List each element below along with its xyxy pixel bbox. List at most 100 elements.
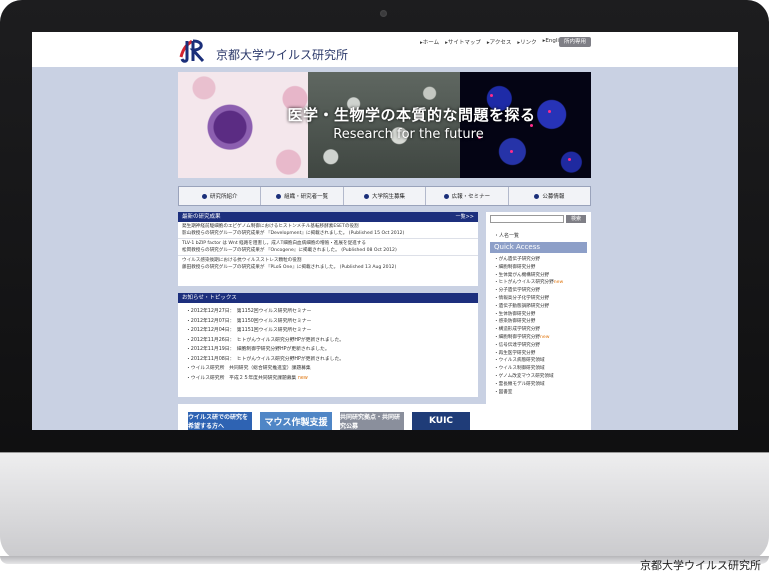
news-item[interactable]: ウイルス感染後期における抗ウイルスストレス顆粒の役割 藤田教授らの研究グループの… — [178, 256, 478, 272]
kuic-banner[interactable]: KUIC — [412, 412, 470, 430]
quick-access-item[interactable]: ・遺伝子動態調節研究分野 — [494, 303, 589, 311]
quick-access-item[interactable]: ・構造形成学研究分野 — [494, 326, 589, 334]
camera-dot — [380, 10, 387, 17]
topic-item[interactable]: ・2012年11月26日： ヒトがんウイルス研究分野HPが更新されました。 — [178, 336, 478, 346]
quick-access-item[interactable]: ・霊長類モデル研究領域 — [494, 381, 589, 389]
qa-label: ・細胞制御研究分野 — [494, 264, 536, 270]
quick-access-item[interactable]: ・信号伝達学研究分野 — [494, 342, 589, 350]
latest-research-title: 最新の研究成果 — [182, 214, 221, 220]
nav-bullet-icon — [534, 193, 540, 199]
topic-text: ・2012年11月26日： ヒトがんウイルス研究分野HPが更新されました。 — [186, 337, 345, 343]
qa-label: ・がん遺伝子研究分野 — [494, 257, 540, 262]
topic-item[interactable]: ・ウイルス研究所 共同研究（総合研究推進室）課題募集 — [178, 364, 478, 374]
topnav-home-link[interactable]: ▸ホーム — [420, 38, 439, 46]
mouse-support-banner[interactable]: マウス作製支援 — [260, 412, 332, 430]
news-detail: 影山教授らの研究グループの研究成果が 『Development』に掲載されました… — [182, 231, 405, 236]
topnav-sitemap-link[interactable]: ▸サイトマップ — [445, 38, 481, 46]
site-header: 京都大学ウイルス研究所 ▸ホーム ▸サイトマップ ▸アクセス ▸リンク ▸Eng… — [32, 32, 738, 67]
topic-text: ・2012年11月19日： 細胞制御学研究分野HPが更新されました。 — [186, 347, 330, 352]
news-item[interactable]: TLV-1 bZIP factor は Wnt 経路を阻害し，成人T細胞白血病細… — [178, 239, 478, 256]
latest-research-more-link[interactable]: 一覧>> — [456, 212, 474, 222]
latest-research-panel: 最新の研究成果 一覧>> 発生期神経前駆細胞のエピゲノム制御におけるヒストンメチ… — [178, 212, 478, 286]
topic-text: ・2012年12月04日： 第1151回ウイルス研究所セミナー — [186, 328, 312, 333]
banner-label: マウス作製支援 — [264, 417, 328, 428]
quick-access-item[interactable]: ・がん遺伝子研究分野 — [494, 256, 589, 264]
quick-access-item[interactable]: ・図書室 — [494, 389, 589, 397]
qa-label: ・生体防御研究分野 — [494, 311, 536, 317]
banner-label: KUIC — [428, 416, 454, 426]
qa-label: ・ゲノム改変マウス研究領域 — [494, 373, 554, 379]
nav-about[interactable]: 研究所紹介 — [179, 187, 262, 205]
caption-text: 京都大学ウイルス研究所 — [640, 559, 761, 572]
topic-text: ・ウイルス研究所 共同研究（総合研究推進室）課題募集 — [186, 366, 311, 371]
topnav-access-link[interactable]: ▸アクセス — [487, 38, 512, 46]
new-badge: new — [297, 375, 308, 381]
top-nav: ▸ホーム ▸サイトマップ ▸アクセス ▸リンク ▸English — [420, 38, 565, 46]
topic-item[interactable]: ・2012年11月08日： ヒトがんウイルス研究分野HPが更新されました。 — [178, 355, 478, 365]
graduate-study-banner[interactable]: ウイルス研での研究を希望する方へ — [188, 412, 252, 430]
topic-item[interactable]: ・2012年12月27日： 第1152回ウイルス研究所セミナー — [178, 307, 478, 317]
hero-banner: 医学・生物学の本質的な問題を探る Research for the future — [178, 72, 591, 178]
nav-organization[interactable]: 組織・研究者一覧 — [261, 187, 344, 205]
topic-text: ・2012年11月08日： ヒトがんウイルス研究分野HPが更新されました。 — [186, 356, 345, 362]
quick-access-item[interactable]: ・分子遺伝学研究分野 — [494, 287, 589, 295]
nav-bullet-icon — [443, 193, 449, 199]
topic-item[interactable]: ・2012年11月19日： 細胞制御学研究分野HPが更新されました。 — [178, 345, 478, 355]
nav-graduate-label: 大学院生募集 — [372, 194, 406, 200]
banner-label: 共同研究拠点・共同研究公募 — [340, 414, 401, 430]
quick-access-heading: Quick Access — [490, 242, 587, 253]
topic-item[interactable]: ・2012年12月04日： 第1151回ウイルス研究所セミナー — [178, 326, 478, 336]
quick-access-item[interactable]: ・生体防御研究分野 — [494, 311, 589, 319]
topic-text: ・ウイルス研究所 平成２５年度共同研究課題募集 — [186, 375, 297, 381]
nav-pr-seminar-label: 広報・セミナー — [451, 194, 491, 200]
qa-label: ・構造形成学研究分野 — [494, 327, 540, 333]
topic-text: ・2012年12月27日： 第1152回ウイルス研究所セミナー — [186, 309, 312, 314]
topic-item[interactable]: ・2012年12月07日： 第1150回ウイルス研究所セミナー — [178, 317, 478, 327]
topnav-links-link[interactable]: ▸リンク — [517, 38, 536, 46]
quick-access-list: ・がん遺伝子研究分野 ・細胞制御研究分野 ・生体発がん機構研究分野 ・ヒトがんウ… — [494, 256, 589, 396]
people-list-link[interactable]: ・人名一覧 — [494, 232, 519, 239]
nav-organization-label: 組織・研究者一覧 — [284, 194, 329, 200]
nav-recruitment-label: 公募情報 — [542, 194, 565, 200]
qa-label: ・分子遺伝学研究分野 — [494, 288, 540, 294]
qa-label: ・遺伝子動態調節研究分野 — [494, 303, 550, 309]
sidebar: 検索 ・人名一覧 Quick Access ・がん遺伝子研究分野 ・細胞制御研究… — [486, 212, 591, 418]
nav-graduate[interactable]: 大学院生募集 — [344, 187, 427, 205]
staff-only-button[interactable]: 所内専用 — [559, 37, 591, 47]
site-title[interactable]: 京都大学ウイルス研究所 — [216, 46, 348, 63]
topics-heading: お知らせ・トピックス — [178, 293, 478, 303]
news-title: ウイルス感染後期における抗ウイルスストレス顆粒の役割 — [182, 258, 302, 263]
main-nav: 研究所紹介 組織・研究者一覧 大学院生募集 広報・セミナー 公募情報 — [178, 186, 591, 206]
monitor-chin — [0, 452, 769, 562]
nav-pr-seminar[interactable]: 広報・セミナー — [426, 187, 509, 205]
qa-label: ・ヒトがんウイルス研究分野 — [494, 280, 554, 286]
quick-access-item[interactable]: ・再生医学研究分野 — [494, 350, 589, 358]
quick-access-item[interactable]: ・生体発がん機構研究分野 — [494, 272, 589, 280]
institute-logo-icon[interactable] — [178, 37, 208, 63]
topics-list: ・2012年12月27日： 第1152回ウイルス研究所セミナー ・2012年12… — [178, 303, 478, 383]
qa-label: ・感染防御研究分野 — [494, 319, 536, 325]
joint-research-banner[interactable]: 共同研究拠点・共同研究公募 — [340, 412, 404, 430]
quick-access-item[interactable]: ・細胞制御研究分野 — [494, 264, 589, 272]
nav-recruitment[interactable]: 公募情報 — [509, 187, 590, 205]
quick-access-item[interactable]: ・ヒトがんウイルス研究分野new — [494, 279, 589, 287]
search-button[interactable]: 検索 — [566, 215, 586, 223]
qa-label: ・信号伝達学研究分野 — [494, 342, 540, 348]
news-item[interactable]: 発生期神経前駆細胞のエピゲノム制御におけるヒストンメチル基転移酵素ESETの役割… — [178, 222, 478, 239]
quick-access-item[interactable]: ・ウイルス病態研究領域 — [494, 357, 589, 365]
topic-item[interactable]: ・ウイルス研究所 平成２５年度共同研究課題募集 new — [178, 374, 478, 384]
banner-headline-en: Research for the future — [333, 127, 484, 142]
nav-bullet-icon — [276, 193, 282, 199]
news-detail: 松岡教授らの研究グループの研究成果が 『Oncogene』に掲載されました。 (… — [182, 248, 397, 253]
qa-label: ・図書室 — [494, 389, 513, 395]
quick-access-item[interactable]: ・ゲノム改変マウス研究領域 — [494, 373, 589, 381]
qa-label: ・情報高分子化学研究分野 — [494, 295, 550, 301]
qa-label: ・生体発がん機構研究分野 — [494, 272, 550, 278]
screen: 京都大学ウイルス研究所 ▸ホーム ▸サイトマップ ▸アクセス ▸リンク ▸Eng… — [32, 32, 738, 430]
nav-bullet-icon — [201, 193, 207, 199]
search-input[interactable] — [490, 215, 564, 223]
quick-access-item[interactable]: ・ウイルス制御研究領域 — [494, 365, 589, 373]
quick-access-item[interactable]: ・情報高分子化学研究分野 — [494, 295, 589, 303]
quick-access-item[interactable]: ・細胞制御学研究分野new — [494, 334, 589, 342]
quick-access-item[interactable]: ・感染防御研究分野 — [494, 318, 589, 326]
